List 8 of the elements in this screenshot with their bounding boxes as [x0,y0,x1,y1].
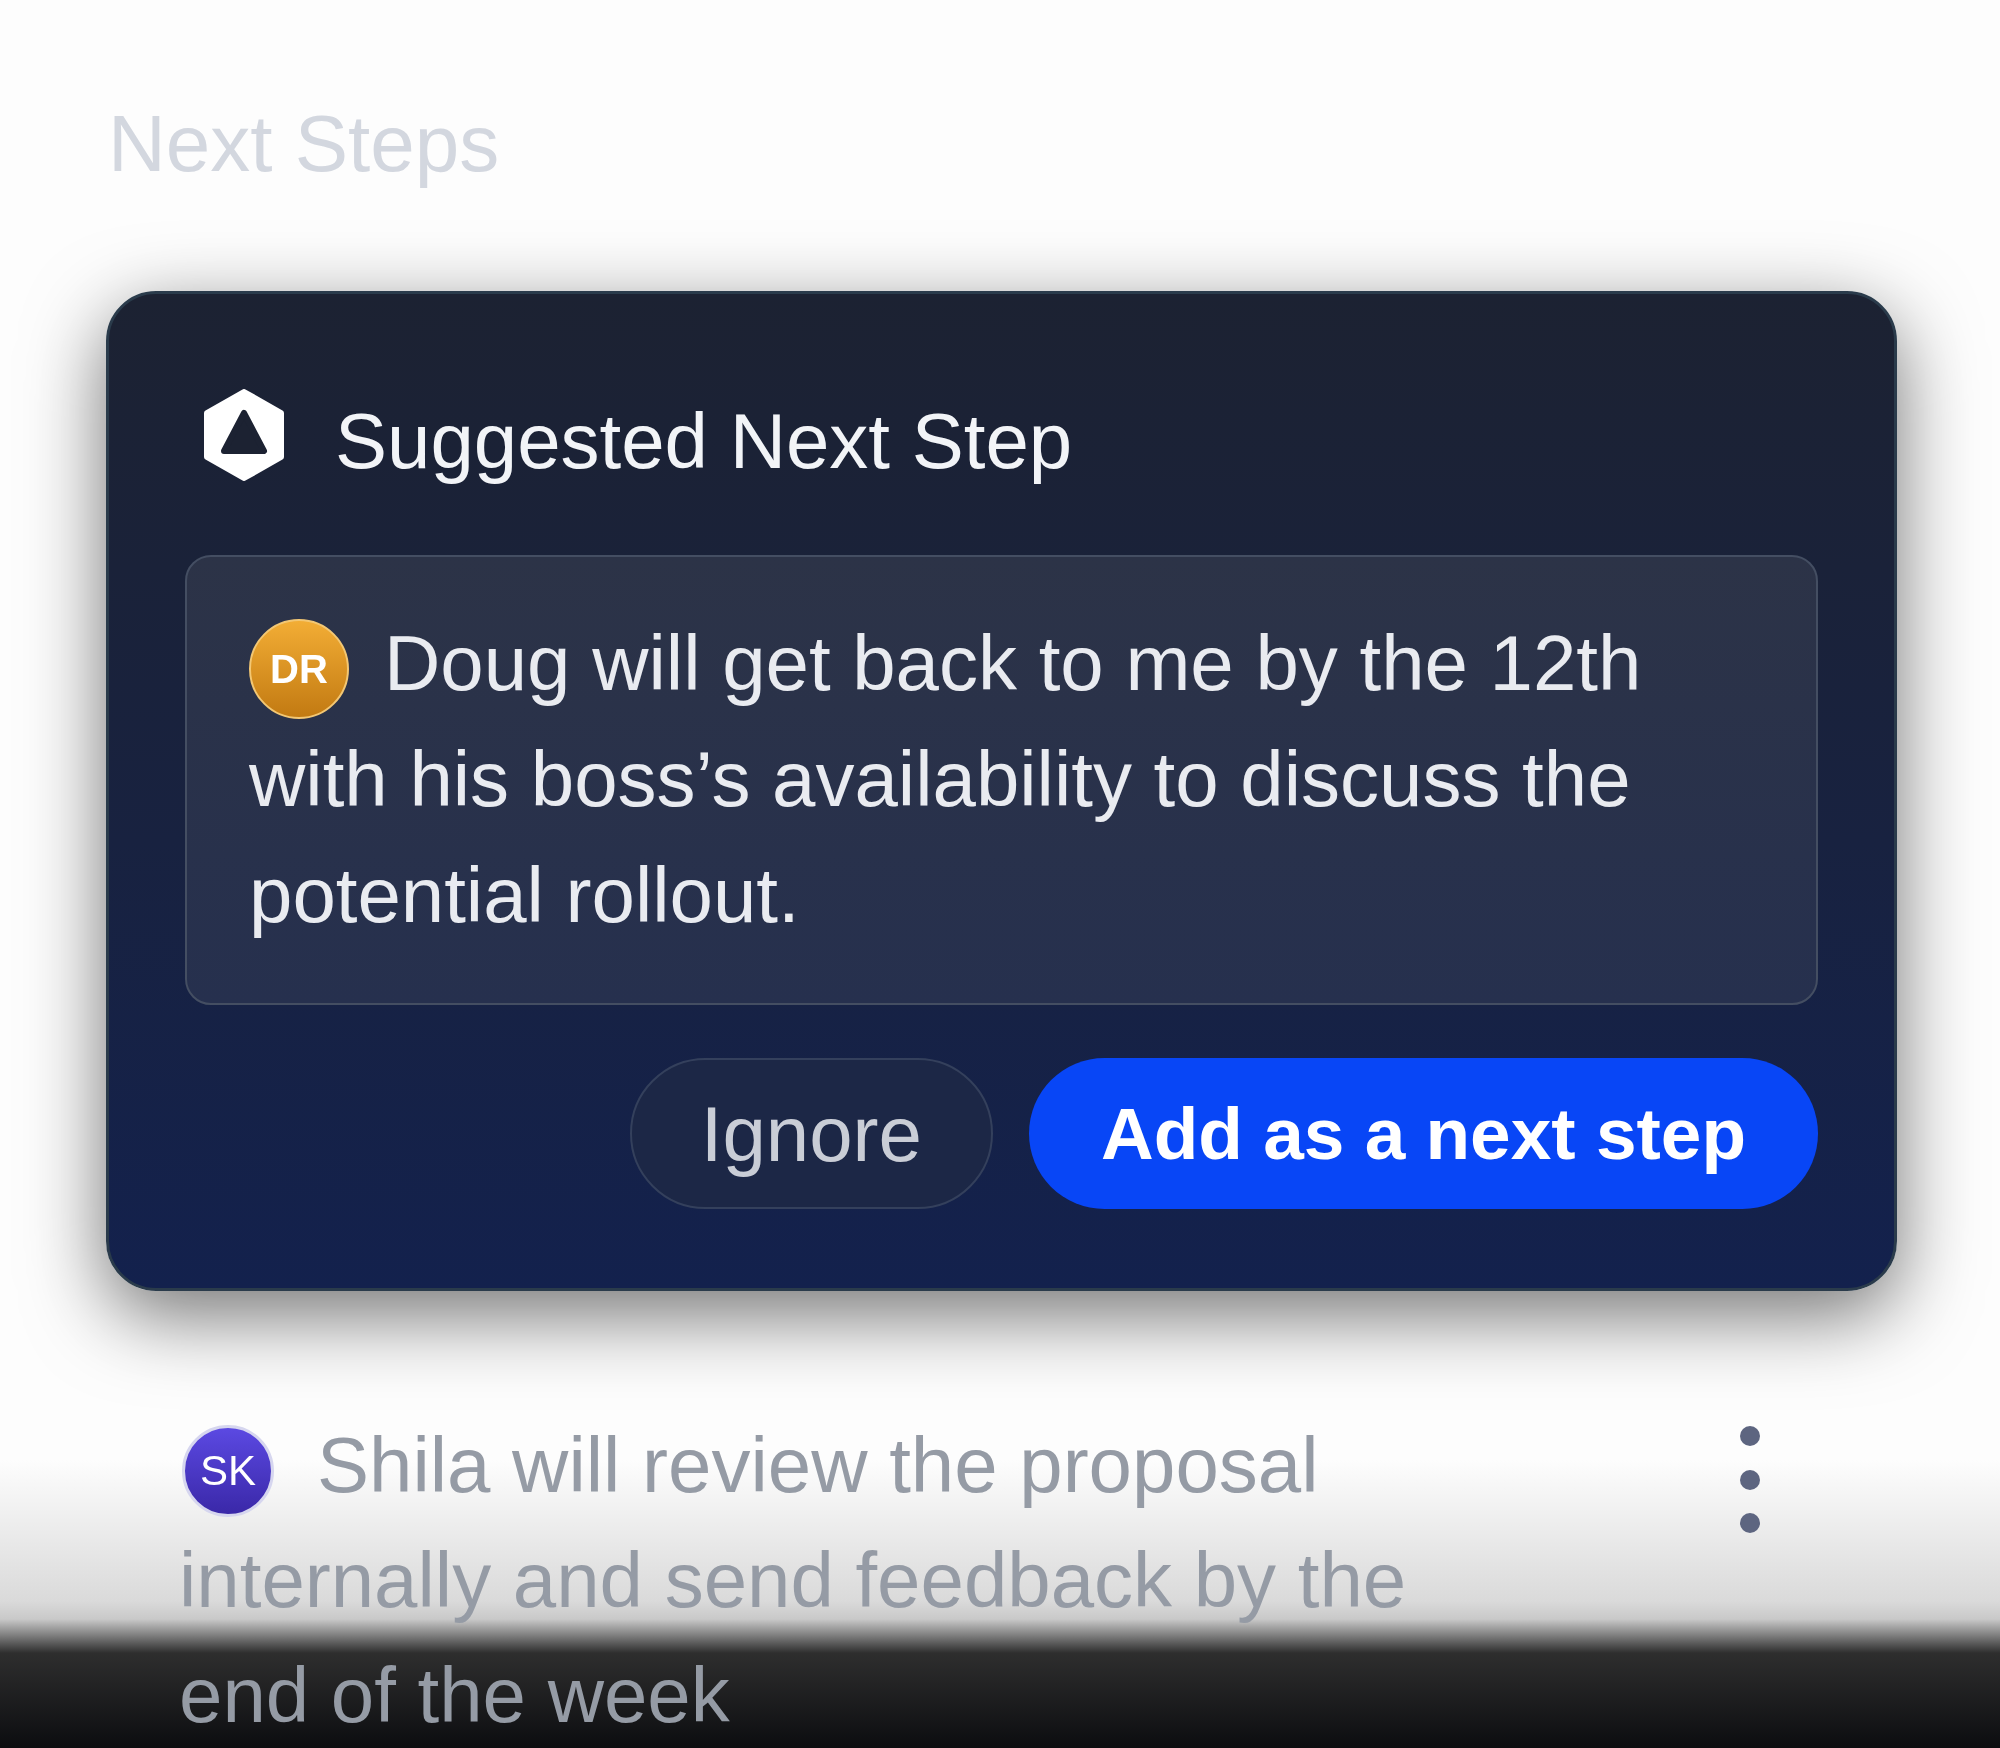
suggestion-text: DR Doug will get back to me by the 12th with his boss’s availability to discuss the potential rollout. [249,618,1643,941]
avatar-icon: DR [249,619,349,720]
logo-icon [204,389,284,481]
ignore-button[interactable]: Ignore [629,1058,993,1209]
add-next-step-button[interactable]: Add as a next step [1028,1058,1818,1209]
next-step-text: SK Shila will review the proposal internally and send feedback by the end of the week [179,1420,1408,1741]
avatar-icon: SK [182,1425,274,1518]
more-options-icon[interactable] [1740,1426,1760,1533]
